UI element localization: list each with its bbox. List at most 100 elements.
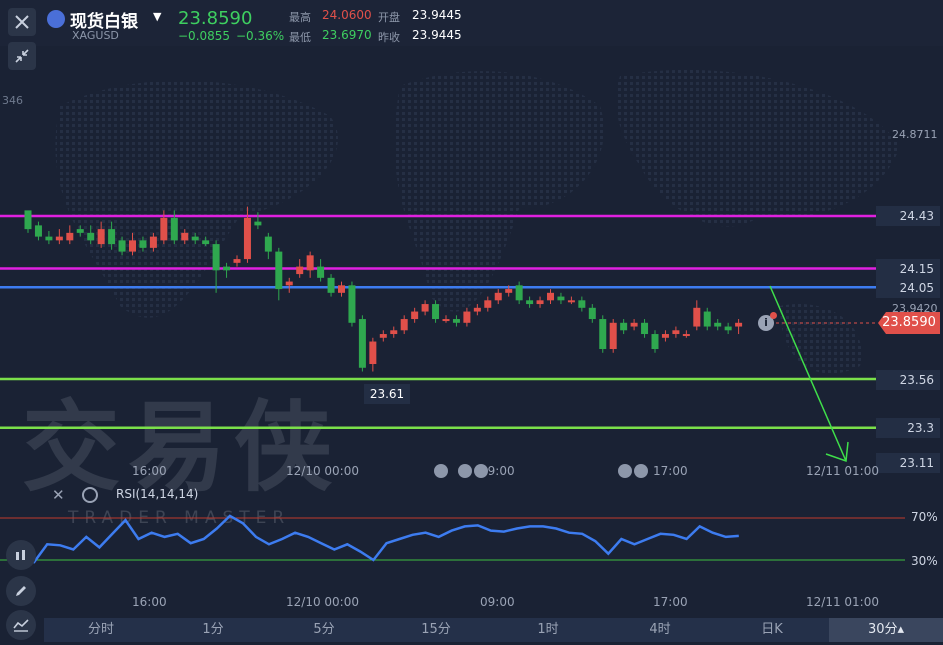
alert-dot-icon — [770, 312, 777, 319]
candle-body — [139, 240, 147, 248]
forecast-arrow[interactable] — [769, 285, 847, 462]
timeframe-tab[interactable]: 日K — [716, 618, 828, 642]
close-icon — [15, 15, 29, 29]
timeframe-tab[interactable]: 1分 — [158, 618, 268, 642]
candle-body — [233, 259, 241, 263]
low-value: 23.6970 — [322, 28, 372, 42]
candle-body — [76, 229, 84, 233]
candle-body — [724, 326, 732, 331]
candle-body — [557, 296, 565, 301]
timeframe-bar: 分时 1分 5分 15分 1时 4时 日K 30分▴ — [44, 618, 943, 642]
event-marker-icon[interactable] — [618, 464, 632, 478]
candle-body — [620, 322, 628, 331]
candle-body — [108, 229, 116, 245]
candle-body — [285, 281, 293, 286]
rsi-settings-icon[interactable] — [82, 487, 98, 503]
candle-body — [536, 300, 544, 305]
rsi-lower-label: 30% — [911, 554, 938, 568]
candle-body — [118, 240, 126, 252]
candle-body — [442, 319, 450, 322]
prev-close-label: 昨收 — [378, 31, 400, 44]
level-tag-6[interactable]: 23.11 — [876, 453, 940, 473]
candle-body — [588, 307, 596, 320]
time-label-upper-5: 12/11 01:00 — [806, 464, 879, 478]
candle-body — [421, 304, 429, 312]
chart-type-button[interactable] — [6, 610, 36, 640]
candle-body — [317, 266, 325, 278]
candle-body — [306, 255, 314, 271]
candle-body — [714, 322, 722, 327]
candle-body — [473, 307, 481, 312]
candle-body — [338, 285, 345, 293]
close-button[interactable] — [8, 8, 36, 36]
line-chart-icon — [13, 619, 29, 632]
candle-body — [609, 322, 617, 350]
candle-body — [202, 240, 210, 245]
candle-body — [661, 334, 669, 338]
low-label: 最低 — [289, 31, 311, 44]
last-price: 23.8590 — [178, 8, 253, 29]
level-tag-5[interactable]: 23.3 — [876, 418, 940, 438]
candle-body — [735, 322, 743, 327]
candle-body — [641, 322, 649, 335]
quote-header: 现货白银 ▼ XAGUSD 23.8590 −0.0855 −0.36% 最高 … — [0, 0, 943, 46]
open-value: 23.9445 — [412, 8, 462, 22]
high-value: 24.0600 — [322, 8, 372, 22]
rsi-close-icon[interactable]: ✕ — [52, 486, 65, 504]
candle-icon — [16, 550, 25, 560]
candlestick-chart[interactable] — [0, 46, 943, 486]
prev-close-value: 23.9445 — [412, 28, 462, 42]
candle-body — [327, 277, 335, 293]
indicator-button[interactable] — [6, 540, 36, 570]
candle-body — [358, 319, 366, 368]
timeframe-tab[interactable]: 15分 — [380, 618, 492, 642]
event-marker-icon[interactable] — [634, 464, 648, 478]
candle-body — [390, 330, 398, 335]
candle-body — [651, 334, 659, 350]
candle-body — [243, 217, 251, 260]
candle-body — [66, 232, 74, 241]
price-change: −0.0855 — [178, 29, 231, 43]
candle-body — [275, 251, 283, 290]
event-marker-icon[interactable] — [458, 464, 472, 478]
low-price-marker: 23.61 — [364, 384, 410, 404]
level-tag-2[interactable]: 24.15 — [876, 259, 940, 279]
time-label-lower-1: 16:00 — [132, 595, 167, 609]
candle-body — [703, 311, 711, 327]
level-tag-1[interactable]: 24.43 — [876, 206, 940, 226]
candle-body — [129, 240, 136, 252]
silver-coin-icon — [47, 10, 65, 28]
timeframe-tab[interactable]: 4时 — [604, 618, 716, 642]
candle-body — [693, 307, 701, 327]
candle-body — [578, 300, 586, 308]
timeframe-tab[interactable]: 5分 — [268, 618, 380, 642]
candle-body — [254, 221, 262, 226]
candle-body — [34, 225, 42, 237]
level-tag-4[interactable]: 23.56 — [876, 370, 940, 390]
candle-body — [547, 292, 554, 301]
draw-button[interactable] — [6, 576, 36, 606]
instrument-symbol: XAGUSD — [72, 29, 119, 42]
candle-body — [170, 217, 178, 241]
time-label-upper-4: 17:00 — [653, 464, 688, 478]
timeframe-tab-selected[interactable]: 30分▴ — [829, 618, 943, 642]
timeframe-tab[interactable]: 分时 — [44, 618, 158, 642]
event-marker-icon[interactable] — [434, 464, 448, 478]
time-label-lower-2: 12/10 00:00 — [286, 595, 359, 609]
candle-body — [505, 289, 513, 293]
candle-body — [432, 304, 440, 320]
time-label-lower-3: 09:00 — [480, 595, 515, 609]
candle-body — [567, 300, 575, 303]
candle-body — [97, 229, 105, 245]
caret-down-icon[interactable]: ▼ — [153, 10, 161, 23]
timeframe-tab[interactable]: 1时 — [492, 618, 604, 642]
time-label-upper-1: 16:00 — [132, 464, 167, 478]
candle-body — [55, 236, 63, 241]
level-tag-3[interactable]: 24.05 — [876, 278, 940, 298]
rsi-chart[interactable] — [0, 505, 943, 585]
candle-body — [526, 300, 534, 305]
candle-body — [87, 232, 95, 241]
open-label: 开盘 — [378, 11, 400, 24]
event-marker-icon[interactable] — [474, 464, 488, 478]
rsi-label: RSI(14,14,14) — [116, 487, 199, 501]
